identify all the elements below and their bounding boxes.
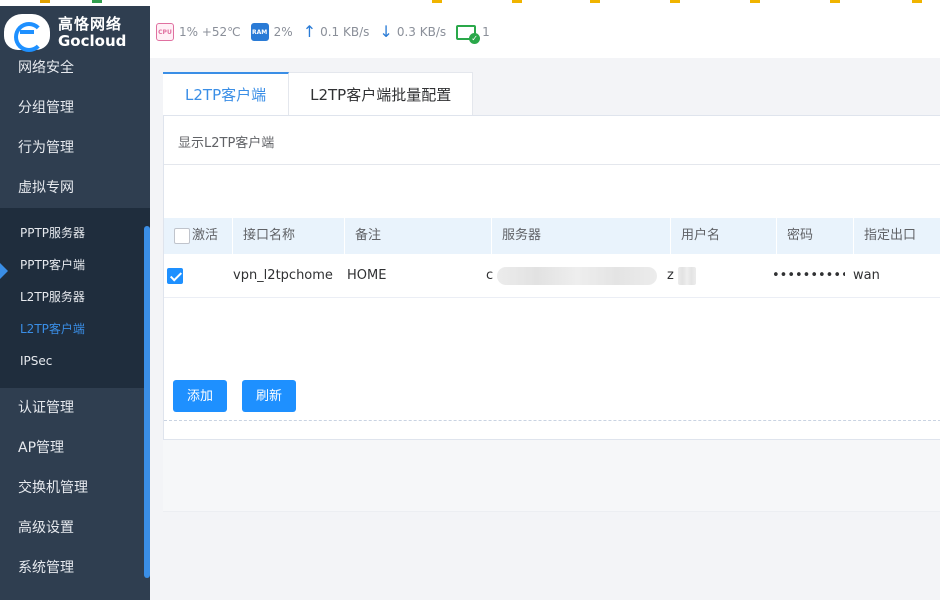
table-row[interactable]: vpn_l2tpchome HOME c z •••••••••••• wan [164,254,940,298]
cpu-value: 1% +52℃ [179,25,241,39]
device-status[interactable]: 1 [456,24,490,44]
sidebar-item-network-security[interactable]: 网络安全 [0,48,150,88]
row-active-checkbox[interactable] [167,267,183,284]
status-bar: CPU 1% +52℃ RAM 2% ↑ 0.1 KB/s ↓ 0.3 KB/s… [150,6,940,58]
sidebar-subitem-pptp-server[interactable]: PPTP服务器 [0,217,150,249]
sidebar-item-system-management[interactable]: 系统管理 [0,548,150,588]
column-header-active-label: 激活 [192,228,219,243]
upload-value: 0.1 KB/s [320,25,370,39]
sidebar-item-group-management[interactable]: 分组管理 [0,88,150,128]
vpn-submenu: PPTP服务器 PPTP客户端 L2TP服务器 L2TP客户端 IPSec [0,208,150,388]
column-header-server: 服务器 [492,218,671,254]
tab-l2tp-client-batch-config[interactable]: L2TP客户端批量配置 [289,72,474,115]
sidebar-item-auth-management[interactable]: 认证管理 [0,388,150,428]
cell-username: z [662,254,768,298]
sidebar-item-advanced-settings[interactable]: 高级设置 [0,508,150,548]
cpu-status: CPU 1% +52℃ [156,23,241,41]
column-header-exit: 指定出口 [854,218,940,254]
divider [164,164,940,165]
tab-bar: L2TP客户端 L2TP客户端批量配置 [163,72,474,115]
sidebar-item-ap-management[interactable]: AP管理 [0,428,150,468]
upload-arrow-icon: ↑ [302,22,317,41]
cell-password: •••••••••••• [772,268,845,283]
sidebar-item-switch-management[interactable]: 交换机管理 [0,468,150,508]
ram-value: 2% [273,25,293,39]
l2tp-client-panel: 显示L2TP客户端 激活 接口名称 备注 服务器 用户名 密码 指定出口 vpn… [163,115,940,440]
select-all-checkbox[interactable] [174,227,190,244]
refresh-button[interactable]: 刷新 [242,380,297,412]
brand-name-cn: 高恪网络 [58,14,123,33]
sidebar-scrollbar[interactable] [144,226,150,578]
server-value: c [486,268,494,283]
username-value: z [667,268,674,283]
sidebar-subitem-pptp-client[interactable]: PPTP客户端 [0,249,150,281]
download-value: 0.3 KB/s [396,25,447,39]
sidebar: 网络安全 分组管理 行为管理 虚拟专网 PPTP服务器 PPTP客户端 L2TP… [0,58,150,600]
monitor-check-icon [456,24,481,44]
cell-server: c [482,254,662,298]
sidebar-item-behavior-management[interactable]: 行为管理 [0,128,150,168]
brand-name-en: Gocloud [58,31,127,50]
content-footer-area [163,440,940,512]
username-redacted [677,266,696,285]
sidebar-subitem-l2tp-client[interactable]: L2TP客户端 [0,313,150,345]
column-header-interface-name: 接口名称 [233,218,345,254]
column-header-remark: 备注 [345,218,492,254]
sidebar-subitem-ipsec[interactable]: IPSec [0,345,150,377]
active-item-marker-icon [0,263,8,279]
device-count: 1 [482,25,490,39]
cpu-icon: CPU [156,23,174,41]
upload-status: ↑ 0.1 KB/s [303,24,370,40]
tab-l2tp-client[interactable]: L2TP客户端 [163,72,290,115]
sidebar-item-vpn[interactable]: 虚拟专网 [0,168,150,208]
panel-title: 显示L2TP客户端 [178,136,275,151]
table-header: 激活 接口名称 备注 服务器 用户名 密码 指定出口 [164,218,940,254]
sidebar-subitem-l2tp-server[interactable]: L2TP服务器 [0,281,150,313]
cell-remark: HOME [347,268,387,283]
download-arrow-icon: ↓ [379,22,393,41]
column-header-username: 用户名 [671,218,777,254]
divider [164,420,940,421]
column-header-password: 密码 [777,218,854,254]
add-button[interactable]: 添加 [173,380,228,412]
ram-icon: RAM [250,23,269,41]
cell-interface-name: vpn_l2tpchome [233,268,333,283]
cloud-logo-icon [4,14,50,52]
ram-status: RAM 2% [250,23,293,41]
column-header-active: 激活 [164,218,233,254]
cell-active [164,254,223,298]
download-status: ↓ 0.3 KB/s [379,24,446,40]
cell-exit: wan [853,268,880,283]
server-redacted [497,266,658,285]
